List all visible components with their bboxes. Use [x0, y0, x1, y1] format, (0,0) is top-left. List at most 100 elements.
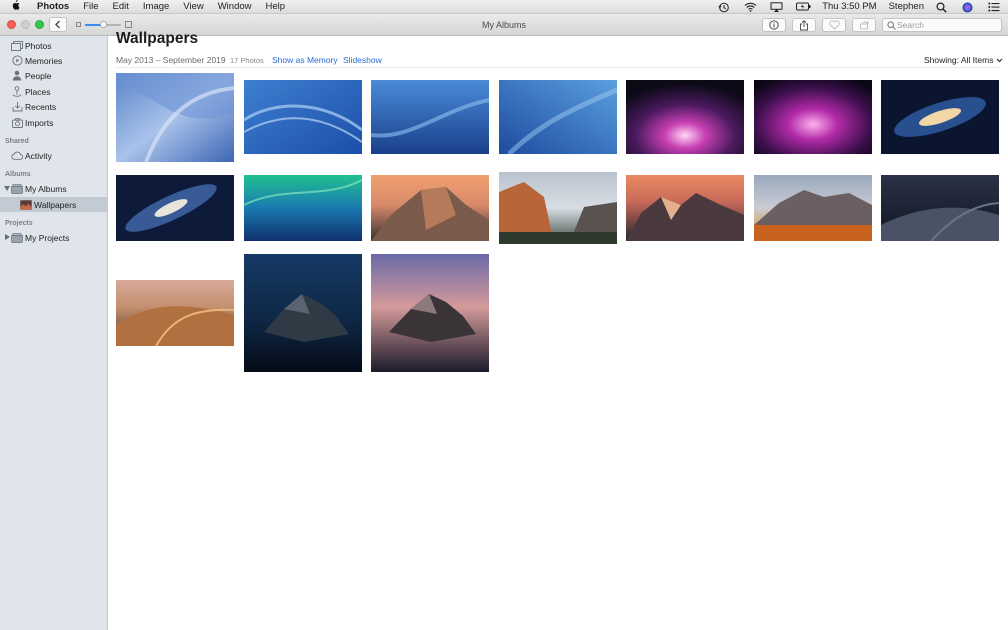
photo-thumbnail[interactable] [754, 175, 872, 241]
menubar-user[interactable]: Stephen [883, 1, 930, 12]
fullscreen-window-button[interactable] [35, 20, 44, 29]
battery-icon[interactable] [796, 2, 811, 12]
album-photo-count: 17 Photos [230, 56, 264, 65]
share-button[interactable] [792, 18, 816, 32]
apple-menu-icon[interactable] [0, 0, 30, 13]
sidebar-item-label: Photos [25, 40, 52, 51]
showing-label: Showing: [924, 55, 959, 65]
heart-icon [828, 20, 840, 30]
disclosure-triangle-icon[interactable] [5, 234, 10, 240]
menu-window[interactable]: Window [211, 1, 259, 12]
photo-thumbnail[interactable] [244, 175, 362, 241]
photo-thumbnail[interactable] [754, 80, 872, 154]
spotlight-search-icon[interactable] [936, 1, 950, 13]
sidebar-item-photos[interactable]: Photos [0, 38, 108, 53]
sidebar-item-memories[interactable]: Memories [0, 53, 108, 68]
photo-thumbnail[interactable] [116, 175, 234, 241]
folder-icon [11, 183, 23, 194]
notification-center-icon[interactable] [988, 2, 1002, 12]
time-machine-icon[interactable] [718, 2, 732, 12]
photo-thumbnail[interactable] [244, 80, 362, 154]
sidebar-item-label: Wallpapers [34, 199, 77, 210]
folder-icon [11, 232, 23, 243]
photo-thumbnail[interactable] [371, 80, 489, 154]
rotate-icon [859, 21, 869, 30]
search-field[interactable] [882, 18, 1002, 32]
sidebar-item-my-projects[interactable]: My Projects [0, 230, 108, 245]
places-icon [11, 86, 23, 97]
favorite-button[interactable] [822, 18, 846, 32]
photo-thumbnail[interactable] [499, 172, 617, 244]
menu-file[interactable]: File [76, 1, 105, 12]
sidebar-item-imports[interactable]: Imports [0, 115, 108, 130]
disclosure-triangle-icon[interactable] [4, 186, 10, 191]
album-thumbnail-icon [20, 199, 32, 210]
sidebar-item-activity[interactable]: Activity [0, 148, 108, 163]
section-heading-projects: Projects [5, 220, 33, 227]
photo-thumbnail[interactable] [244, 254, 362, 372]
zoom-slider[interactable] [76, 20, 134, 30]
info-icon [769, 20, 779, 30]
rotate-button[interactable] [852, 18, 876, 32]
search-icon [887, 21, 896, 30]
memories-icon [11, 55, 23, 66]
info-button[interactable] [762, 18, 786, 32]
airplay-icon[interactable] [770, 1, 784, 12]
page-title: Wallpapers [116, 30, 199, 47]
zoom-slider-knob[interactable] [100, 21, 107, 28]
menu-view[interactable]: View [176, 1, 210, 12]
zoom-in-icon [125, 21, 132, 28]
wifi-icon[interactable] [744, 2, 758, 12]
sidebar-item-label: Activity [25, 150, 52, 161]
photos-icon [11, 40, 23, 51]
search-input[interactable] [897, 19, 997, 31]
sidebar-item-label: Memories [25, 55, 63, 66]
section-heading-shared: Shared [5, 138, 29, 145]
photo-thumbnail[interactable] [881, 80, 999, 154]
menu-app-photos[interactable]: Photos [30, 1, 76, 12]
cloud-icon [11, 150, 23, 161]
album-content: Wallpapers May 2013 – September 2019 17 … [109, 30, 1008, 630]
album-date-range: May 2013 – September 2019 [116, 55, 226, 65]
menu-image[interactable]: Image [136, 1, 176, 12]
chevron-left-icon [55, 20, 60, 29]
menu-help[interactable]: Help [259, 1, 293, 12]
show-as-memory-link[interactable]: Show as Memory [272, 55, 338, 65]
sidebar-item-label: Places [25, 86, 51, 97]
sidebar-item-label: My Projects [25, 232, 70, 243]
recents-icon [11, 101, 23, 112]
zoom-out-icon [76, 22, 81, 27]
close-window-button[interactable] [7, 20, 16, 29]
photo-thumbnail[interactable] [116, 280, 234, 346]
menu-bar: Photos File Edit Image View Window Help … [0, 0, 1008, 14]
photo-thumbnail[interactable] [116, 73, 234, 162]
menubar-clock[interactable]: Thu 3:50 PM [816, 1, 882, 12]
sidebar-item-label: Imports [25, 117, 54, 128]
photo-thumbnail[interactable] [371, 254, 489, 372]
photo-thumbnail[interactable] [626, 175, 744, 241]
chevron-down-icon [996, 58, 1003, 63]
photo-thumbnail[interactable] [371, 175, 489, 241]
imports-icon [11, 117, 23, 128]
sidebar-item-label: My Albums [25, 183, 67, 194]
sidebar-item-places[interactable]: Places [0, 84, 108, 99]
photo-thumbnail[interactable] [499, 80, 617, 154]
section-heading-albums: Albums [5, 171, 31, 178]
sidebar-item-my-albums[interactable]: My Albums [0, 181, 108, 196]
sidebar-item-label: People [25, 70, 52, 81]
sidebar-item-people[interactable]: People [0, 68, 108, 83]
sidebar: Photos Memories People Places Recents Im… [0, 36, 108, 630]
photo-thumbnail[interactable] [881, 175, 999, 241]
share-icon [800, 19, 808, 30]
menu-edit[interactable]: Edit [106, 1, 136, 12]
slideshow-link[interactable]: Slideshow [343, 55, 382, 65]
sidebar-item-wallpapers[interactable]: Wallpapers [0, 197, 108, 212]
sidebar-item-recents[interactable]: Recents [0, 99, 108, 114]
showing-value: All Items [960, 55, 994, 65]
photo-thumbnail[interactable] [626, 80, 744, 154]
back-button[interactable] [49, 17, 67, 32]
siri-icon[interactable] [962, 2, 976, 12]
minimize-window-button[interactable] [21, 20, 30, 29]
showing-filter-dropdown[interactable]: Showing: All Items [924, 55, 1003, 65]
sidebar-item-label: Recents [25, 101, 57, 112]
